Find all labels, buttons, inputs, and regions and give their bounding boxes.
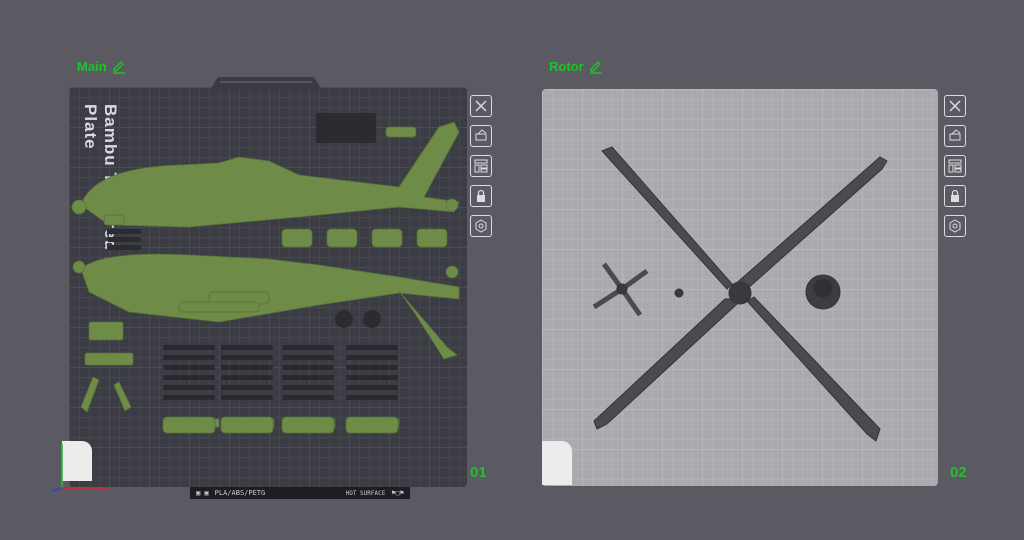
settings-icon[interactable] <box>944 215 966 237</box>
plate-main-toolbar <box>470 95 492 237</box>
auto-orient-icon[interactable] <box>470 125 492 147</box>
edit-icon[interactable] <box>589 60 603 74</box>
lock-icon[interactable] <box>944 185 966 207</box>
plate-origin-marker <box>542 441 572 485</box>
plate-title-main[interactable]: Main <box>77 59 126 74</box>
plate-number: 02 <box>950 464 967 481</box>
close-icon[interactable] <box>470 95 492 117</box>
helicopter-body-bottom <box>72 253 460 360</box>
filament-type: PLA/ABS/PETG <box>214 489 266 497</box>
auto-orient-icon[interactable] <box>944 125 966 147</box>
edit-icon[interactable] <box>112 60 126 74</box>
close-icon[interactable] <box>944 95 966 117</box>
plate-sym-icon: ⚑▢⚑ <box>391 489 404 497</box>
plate-rotor-toolbar <box>944 95 966 237</box>
axis-gizmo-icon <box>51 444 108 492</box>
plate-logo-icon: ▣ ▣ <box>196 489 209 497</box>
helicopter-body-top <box>71 121 460 228</box>
plate-main-models <box>71 113 460 434</box>
arrange-icon[interactable] <box>944 155 966 177</box>
hot-surface-warning: HOT SURFACE <box>345 489 386 497</box>
plate-name: Main <box>77 59 107 74</box>
plate-rotor-models <box>592 146 888 442</box>
plate-number: 01 <box>470 464 487 481</box>
lock-icon[interactable] <box>470 185 492 207</box>
arrange-icon[interactable] <box>470 155 492 177</box>
plate-title-rotor[interactable]: Rotor <box>549 59 603 74</box>
plate-filament-label: ▣ ▣ PLA/ABS/PETG HOT SURFACE ⚑▢⚑ <box>190 487 410 499</box>
plate-name: Rotor <box>549 59 584 74</box>
settings-icon[interactable] <box>470 215 492 237</box>
